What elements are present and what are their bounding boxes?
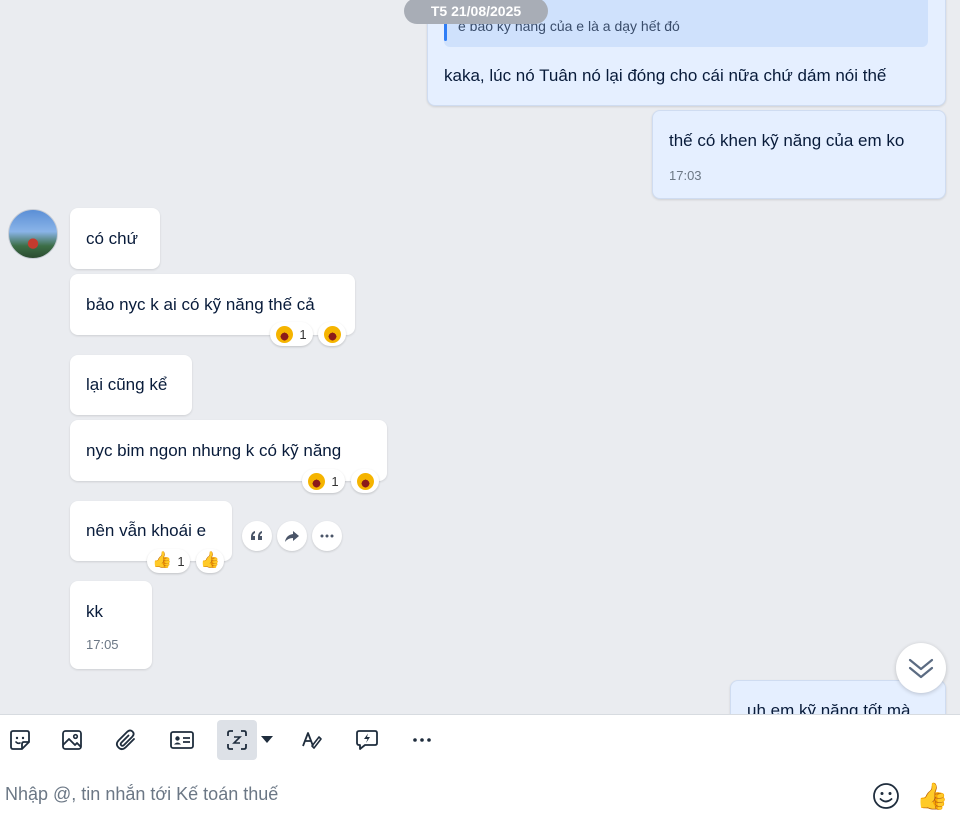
emoji-button[interactable] bbox=[872, 782, 902, 812]
message-time: 17:03 bbox=[669, 168, 702, 183]
text-format-icon bbox=[302, 732, 322, 749]
add-reaction-button[interactable] bbox=[318, 322, 346, 346]
message-text: nyc bim ngon nhưng k có kỹ năng bbox=[86, 441, 342, 460]
more-tools-button[interactable] bbox=[402, 720, 442, 760]
laugh-emoji-icon bbox=[323, 325, 341, 343]
date-separator: T5 21/08/2025 bbox=[404, 0, 548, 24]
more-actions-button[interactable] bbox=[312, 521, 342, 551]
laugh-emoji-icon bbox=[308, 472, 326, 490]
reaction-count: 1 bbox=[331, 473, 339, 489]
more-icon bbox=[413, 738, 431, 742]
laugh-emoji-icon bbox=[276, 325, 294, 343]
message-input[interactable] bbox=[0, 779, 847, 809]
quote-reply-button[interactable] bbox=[242, 521, 272, 551]
message-text: uh em kỹ năng tốt mà bbox=[747, 701, 911, 714]
message-bubble-in[interactable]: kk 17:05 bbox=[70, 581, 152, 669]
sticker-button[interactable] bbox=[0, 720, 40, 760]
sticker-icon bbox=[10, 730, 30, 750]
scroll-to-bottom-button[interactable] bbox=[896, 643, 946, 693]
message-bubble-in[interactable]: lại cũng kể bbox=[70, 355, 192, 415]
message-text: kk bbox=[86, 602, 103, 621]
avatar[interactable] bbox=[8, 209, 58, 259]
message-text: bảo nyc k ai có kỹ năng thế cả bbox=[86, 295, 315, 314]
text-format-button[interactable] bbox=[292, 720, 332, 760]
message-text: kaka, lúc nó Tuân nó lại đóng cho cái nữ… bbox=[444, 66, 887, 85]
message-text: lại cũng kể bbox=[86, 375, 168, 394]
thumbs-up-icon: 👍 bbox=[200, 552, 220, 569]
message-text: thế có khen kỹ năng của em ko bbox=[669, 131, 905, 150]
reaction-count: 1 bbox=[177, 553, 185, 569]
add-reaction-button[interactable] bbox=[351, 469, 379, 493]
reaction-summary[interactable]: 1 bbox=[302, 469, 345, 493]
forward-icon bbox=[285, 531, 299, 542]
quote-icon bbox=[251, 531, 262, 540]
composer-toolbar bbox=[0, 714, 960, 766]
screenshot-options-dropdown[interactable] bbox=[255, 720, 279, 760]
message-time: 17:05 bbox=[86, 637, 119, 652]
forward-button[interactable] bbox=[277, 521, 307, 551]
reaction-count: 1 bbox=[299, 326, 307, 342]
smiley-icon bbox=[873, 783, 899, 809]
image-button[interactable] bbox=[52, 720, 92, 760]
double-chevron-down-icon bbox=[908, 658, 934, 679]
add-reaction-button[interactable]: 👍 bbox=[196, 549, 224, 573]
quick-message-button[interactable] bbox=[347, 720, 387, 760]
paperclip-icon bbox=[115, 729, 135, 751]
quick-message-icon bbox=[356, 730, 378, 750]
screen-capture-icon bbox=[227, 730, 247, 750]
message-bubble-in[interactable]: bảo nyc k ai có kỹ năng thế cả bbox=[70, 274, 355, 335]
thumbs-up-icon: 👍 bbox=[916, 781, 949, 811]
contact-card-icon bbox=[170, 731, 194, 749]
message-composer: 👍 bbox=[0, 765, 960, 821]
message-bubble-out[interactable]: thế có khen kỹ năng của em ko 17:03 bbox=[652, 110, 946, 199]
quick-like-button[interactable]: 👍 bbox=[916, 781, 948, 813]
laugh-emoji-icon bbox=[356, 472, 374, 490]
message-text: nên vẫn khoái e bbox=[86, 521, 207, 540]
message-text: có chứ bbox=[86, 229, 139, 248]
more-icon bbox=[320, 534, 334, 538]
thumbs-up-icon: 👍 bbox=[152, 552, 173, 569]
screenshot-button[interactable] bbox=[217, 720, 257, 760]
image-icon bbox=[62, 730, 82, 750]
chat-area: e bảo kỹ năng của e là a dạy hết đó kaka… bbox=[0, 0, 960, 714]
caret-down-icon bbox=[261, 736, 273, 743]
reaction-summary[interactable]: 1 bbox=[270, 322, 313, 346]
reaction-summary[interactable]: 👍 1 bbox=[147, 549, 190, 573]
contact-card-button[interactable] bbox=[162, 720, 202, 760]
attach-file-button[interactable] bbox=[106, 720, 146, 760]
message-bubble-in[interactable]: có chứ bbox=[70, 208, 160, 269]
